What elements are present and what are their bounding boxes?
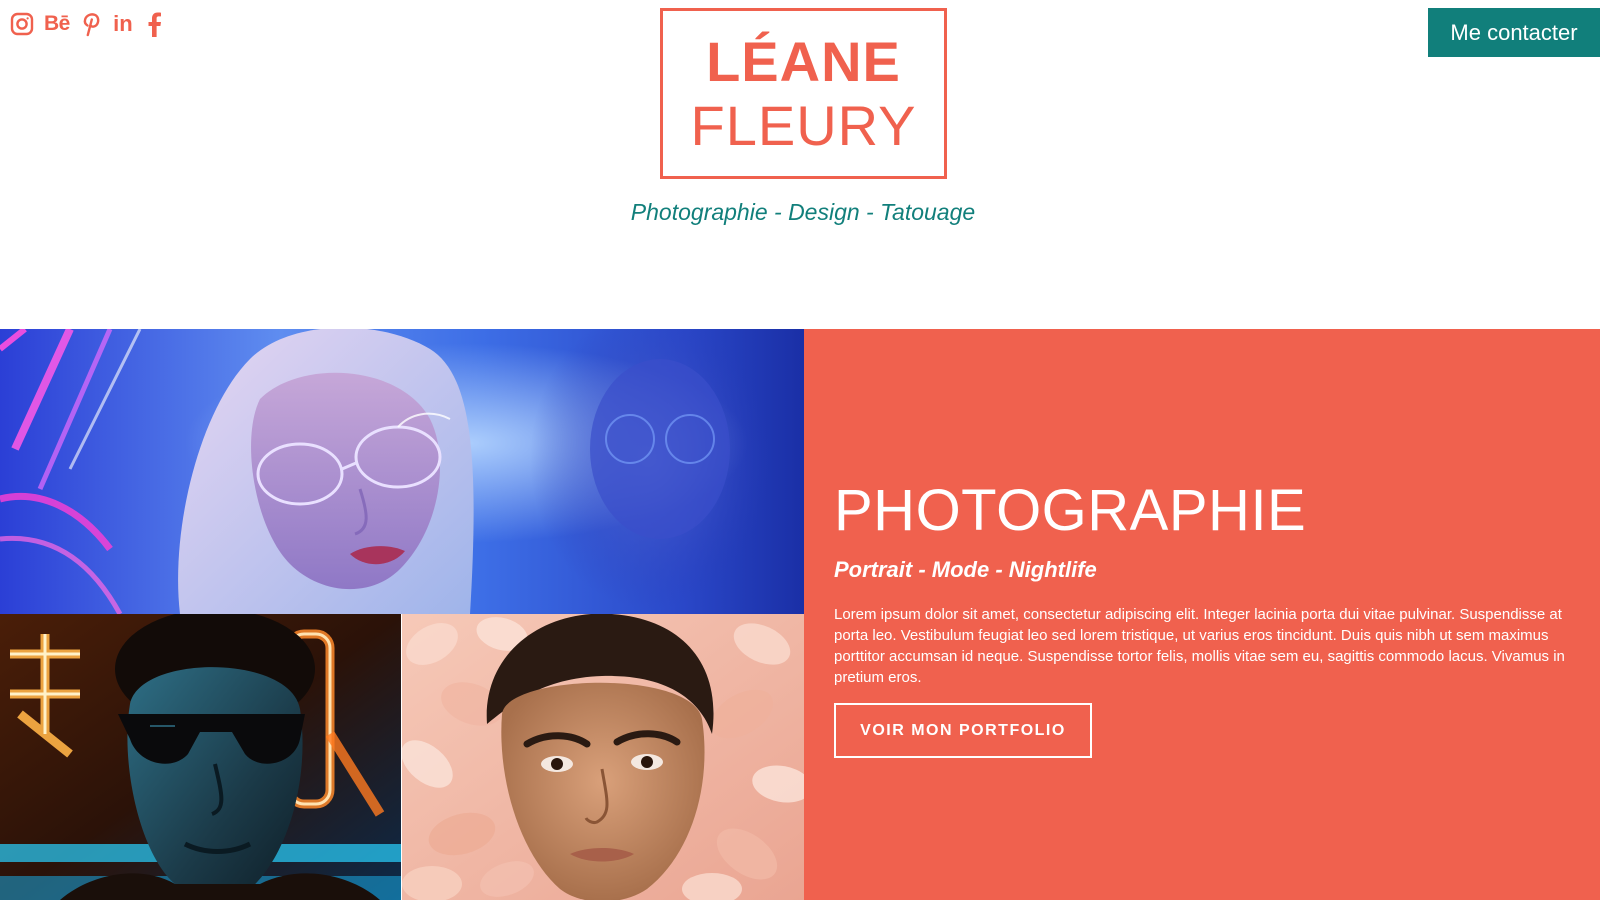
linkedin-label: in: [113, 11, 133, 36]
facebook-icon[interactable]: [144, 10, 166, 38]
section-subheading: Portrait - Mode - Nightlife: [834, 557, 1097, 582]
photo-sunglasses-portrait: [0, 614, 401, 900]
section-description: Lorem ipsum dolor sit amet, consectetur …: [834, 606, 1565, 686]
site-header: Bē in LÉANE FLEURY Photographie - Design: [0, 0, 1600, 329]
behance-icon[interactable]: Bē: [44, 10, 70, 38]
photography-panel: PHOTOGRAPHIE Portrait - Mode - Nightlife…: [804, 329, 1600, 900]
photo-neon-portrait: [0, 329, 804, 614]
instagram-icon[interactable]: [10, 10, 34, 38]
section-heading: PHOTOGRAPHIE: [834, 478, 1307, 543]
pinterest-icon[interactable]: [80, 10, 102, 38]
behance-label: Bē: [44, 12, 70, 35]
portfolio-button[interactable]: VOIR MON PORTFOLIO: [834, 703, 1092, 758]
logo-last-name: FLEURY: [690, 93, 917, 157]
logo-first-name: LÉANE: [706, 29, 901, 93]
brand-tagline: Photographie - Design - Tatouage: [630, 199, 976, 225]
brand-logo[interactable]: LÉANE FLEURY: [660, 8, 947, 179]
page: Bē in LÉANE FLEURY Photographie - Design: [0, 0, 1600, 900]
social-links: Bē in: [10, 10, 166, 38]
photo-petals-portrait: [402, 614, 804, 900]
contact-button[interactable]: Me contacter: [1428, 8, 1600, 57]
linkedin-icon[interactable]: in: [112, 10, 134, 38]
